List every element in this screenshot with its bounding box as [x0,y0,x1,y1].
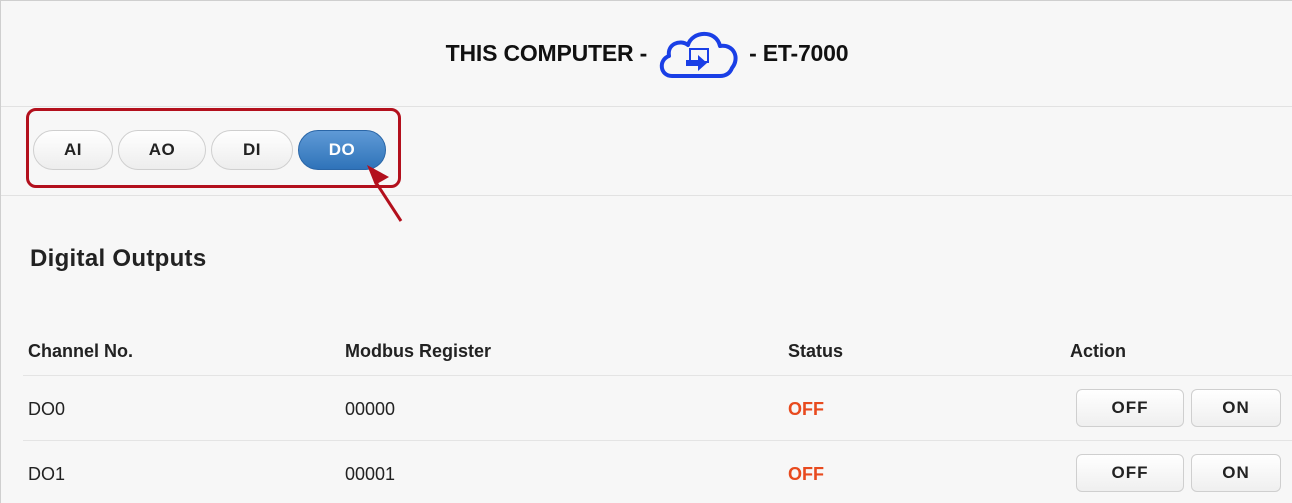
channel-cell: DO1 [28,464,66,484]
tab-highlight-annotation [26,108,401,188]
channel-cell: DO0 [28,399,66,419]
cloud-transfer-icon [655,25,741,83]
column-header-register: Modbus Register [345,341,492,361]
column-header-action: Action [1070,341,1126,361]
on-button[interactable]: ON [1191,454,1281,492]
app-frame: THIS COMPUTER - - ET-7000 AI AO DI DO Di… [0,0,1292,503]
column-header-channel: Channel No. [28,341,134,361]
table-header-row: Channel No. Modbus Register Status Actio… [23,321,1292,376]
section-title: Digital Outputs [30,245,207,272]
off-button[interactable]: OFF [1076,389,1184,427]
register-cell: 00001 [345,464,396,484]
status-badge: OFF [788,464,824,484]
status-badge: OFF [788,399,824,419]
on-button[interactable]: ON [1191,389,1281,427]
header-left-text: THIS COMPUTER - [445,40,648,66]
header-right-text: - ET-7000 [749,40,849,66]
table-row: DO0 00000 OFF OFF ON [23,376,1292,441]
register-cell: 00000 [345,399,396,419]
table-row: DO1 00001 OFF OFF ON [23,441,1292,503]
page-header: THIS COMPUTER - - ET-7000 [1,1,1292,107]
arrow-pointer-icon [367,165,403,222]
column-header-status: Status [788,341,844,361]
off-button[interactable]: OFF [1076,454,1184,492]
